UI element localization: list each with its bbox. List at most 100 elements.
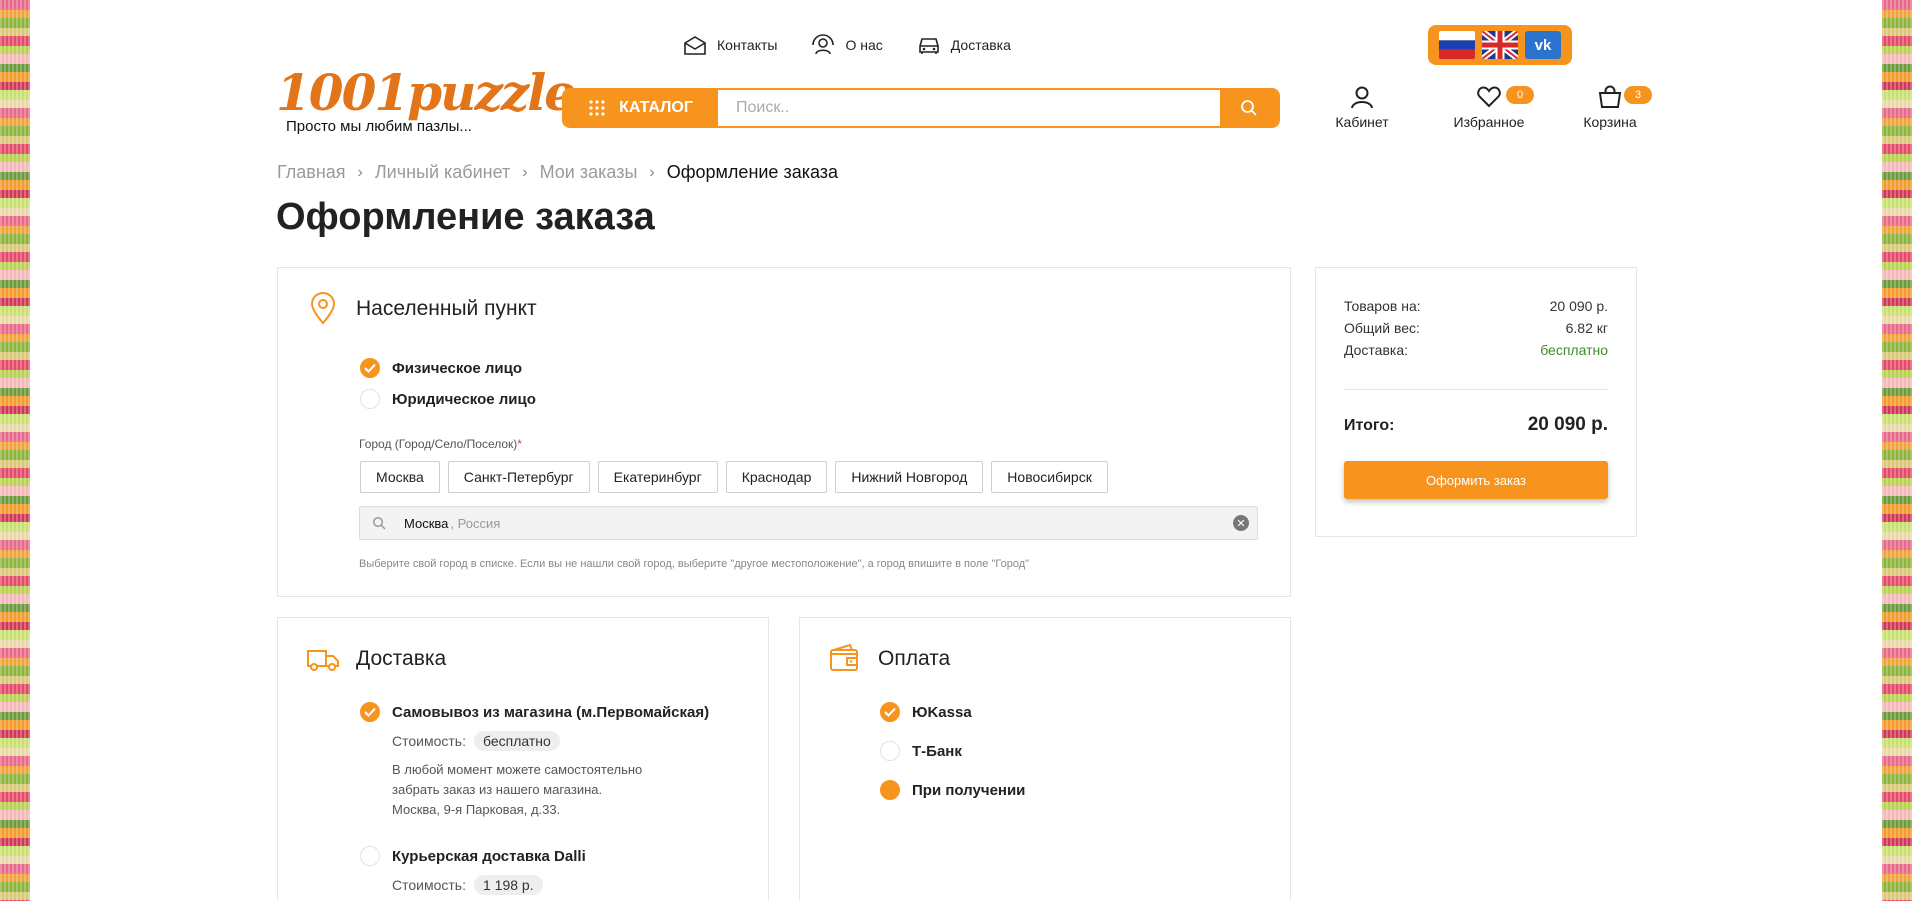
desc-line: Москва, 9-я Парковая, д.33. [392, 802, 561, 817]
cabinet-link[interactable]: Кабинет [1330, 84, 1394, 130]
payment-option-on-delivery[interactable]: При получении [880, 780, 1025, 800]
location-pin-icon [310, 292, 336, 325]
payment-title: Оплата [878, 647, 951, 670]
delivery-link[interactable]: Доставка [917, 34, 1011, 56]
cost-label: Стоимость: [392, 877, 466, 893]
person-type-label: Юридическое лицо [392, 390, 536, 408]
wallet-icon [830, 643, 858, 671]
people-icon [812, 34, 835, 55]
city-chip-spb[interactable]: Санкт-Петербург [447, 461, 590, 493]
checkmark-icon [360, 702, 380, 722]
car-icon [918, 38, 939, 54]
summary-goods-row: Товаров на: 20 090 р. [1344, 298, 1608, 314]
uk-flag-icon[interactable] [1482, 31, 1518, 59]
locality-title: Населенный пункт [356, 297, 537, 320]
payment-option-label: ЮKassa [912, 703, 972, 721]
catalog-label: КАТАЛОГ [619, 99, 693, 116]
clear-icon[interactable]: ✕ [1233, 515, 1249, 531]
breadcrumb-home[interactable]: Главная [277, 162, 346, 183]
cost-pill: 1 198 р. [473, 875, 543, 895]
search-input[interactable] [718, 90, 1220, 126]
cart-link[interactable]: Корзина 3 [1580, 84, 1652, 130]
grid-icon [589, 100, 605, 116]
radio-dot-icon [880, 780, 900, 800]
person-type-individual[interactable]: Физическое лицо [360, 358, 522, 378]
search-icon [1241, 100, 1257, 116]
cost-pill: бесплатно [473, 731, 560, 751]
cart-count-badge: 3 [1624, 86, 1652, 104]
search-icon [372, 516, 386, 530]
goods-value: 20 090 р. [1549, 298, 1608, 314]
place-order-button[interactable]: Оформить заказ [1344, 461, 1608, 499]
favorites-label: Избранное [1453, 114, 1525, 130]
contacts-link[interactable]: Контакты [683, 34, 777, 56]
city-chip-nn[interactable]: Нижний Новгород [835, 461, 984, 493]
city-chip-moscow[interactable]: Москва [360, 461, 440, 493]
radio-empty-icon [360, 389, 380, 409]
weight-label: Общий вес: [1344, 320, 1420, 336]
desc-line: В любой момент можете самостоятельно [392, 762, 643, 777]
chevron-right-icon: › [357, 163, 363, 181]
city-hint: Выберите свой город в списке. Если вы не… [359, 558, 1030, 570]
logo-text: 1001puzzle [276, 63, 576, 122]
radio-empty-icon [880, 741, 900, 761]
city-label-text: Город (Город/Село/Поселок) [359, 437, 518, 451]
breadcrumb: Главная › Личный кабинет › Мои заказы › … [277, 162, 838, 183]
mail-icon [684, 36, 706, 55]
cabinet-label: Кабинет [1335, 114, 1389, 130]
city-chip-nsk[interactable]: Новосибирск [991, 461, 1108, 493]
payment-option-label: При получении [912, 781, 1026, 799]
cart-label: Корзина [1583, 114, 1637, 130]
total-value: 20 090 р. [1527, 414, 1608, 435]
delivery-card: Доставка Самовывоз из магазина (м.Первом… [277, 617, 769, 901]
chevron-right-icon: › [649, 163, 655, 181]
language-switcher: vk [1428, 25, 1572, 65]
city-quick-select: Москва Санкт-Петербург Екатеринбург Крас… [360, 461, 1108, 493]
truck-icon [307, 650, 339, 671]
contacts-label: Контакты [717, 37, 778, 53]
city-chip-ekb[interactable]: Екатеринбург [597, 461, 718, 493]
city-input[interactable]: Москва , Россия ✕ [359, 506, 1258, 540]
payment-option-yookassa[interactable]: ЮKassa [880, 702, 972, 722]
search-button[interactable] [1220, 90, 1278, 126]
delivery-header: Доставка [306, 642, 446, 676]
summary-total-row: Итого: 20 090 р. [1344, 414, 1608, 436]
person-type-legal[interactable]: Юридическое лицо [360, 389, 536, 409]
user-icon [1351, 86, 1373, 109]
logo[interactable]: 1001puzzle Просто мы любим пазлы... [276, 63, 576, 136]
about-link[interactable]: О нас [811, 34, 883, 56]
payment-option-tbank[interactable]: Т-Банк [880, 741, 962, 761]
city-country: , Россия [450, 515, 501, 531]
decorative-border-right [1882, 0, 1912, 901]
person-type-label: Физическое лицо [392, 359, 523, 377]
checkmark-icon [360, 358, 380, 378]
top-nav: Контакты О нас Доставка [683, 34, 1011, 56]
goods-label: Товаров на: [1344, 298, 1421, 314]
total-label: Итого: [1344, 417, 1395, 434]
heart-icon [1477, 86, 1501, 108]
payment-header: Оплата [828, 642, 950, 676]
favorites-link[interactable]: Избранное 0 [1444, 84, 1534, 130]
breadcrumb-account[interactable]: Личный кабинет [375, 162, 510, 183]
delivery-option-pickup[interactable]: Самовывоз из магазина (м.Первомайская) [360, 702, 709, 722]
delivery-cost-value: бесплатно [1540, 342, 1608, 358]
city-field-label: Город (Город/Село/Поселок)* [359, 437, 522, 451]
russian-flag-icon[interactable] [1439, 31, 1475, 59]
chevron-right-icon: › [522, 163, 528, 181]
summary-divider [1344, 389, 1608, 390]
weight-value: 6.82 кг [1565, 320, 1608, 336]
vk-icon[interactable]: vk [1525, 31, 1561, 59]
delivery-option-courier[interactable]: Курьерская доставка Dalli [360, 846, 586, 866]
locality-card: Населенный пункт Физическое лицо Юридиче… [277, 267, 1291, 597]
courier-cost-line: Стоимость: 1 198 р. [392, 875, 543, 895]
summary-weight-row: Общий вес: 6.82 кг [1344, 320, 1608, 336]
city-chip-krasnodar[interactable]: Краснодар [725, 461, 828, 493]
catalog-button[interactable]: КАТАЛОГ [564, 90, 718, 126]
breadcrumb-orders[interactable]: Мои заказы [540, 162, 638, 183]
breadcrumb-current: Оформление заказа [666, 162, 839, 182]
search-bar: КАТАЛОГ [562, 88, 1280, 128]
cost-label: Стоимость: [392, 733, 466, 749]
decorative-border-left [0, 0, 30, 901]
page-title: Оформление заказа [276, 196, 655, 238]
favorites-count-badge: 0 [1506, 86, 1534, 104]
